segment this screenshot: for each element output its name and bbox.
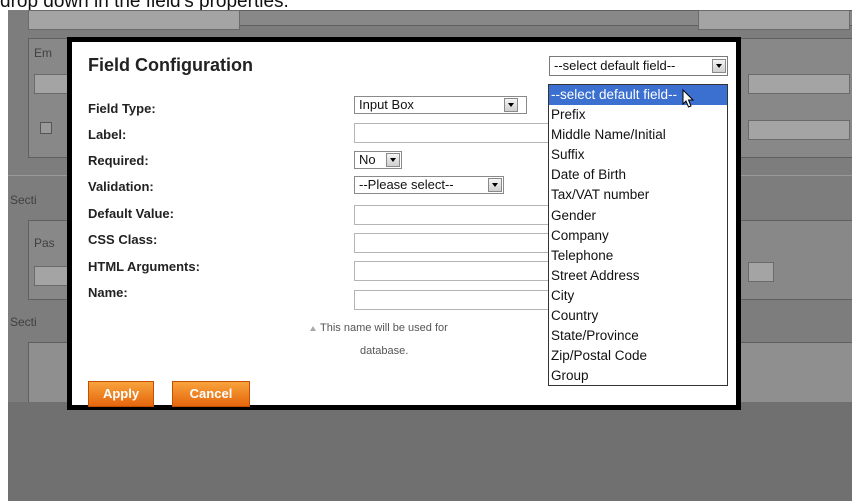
dropdown-option[interactable]: Prefix [549, 105, 727, 125]
label-input[interactable] [354, 123, 554, 143]
default-field-select-value: --select default field-- [554, 58, 676, 73]
dropdown-option[interactable]: Group [549, 366, 727, 385]
background-field [748, 262, 774, 282]
dropdown-option[interactable]: Zip/Postal Code [549, 346, 727, 366]
background-field [748, 120, 850, 140]
field-type-select-value: Input Box [359, 97, 414, 112]
required-select[interactable]: No [354, 151, 402, 169]
background-field [698, 10, 850, 30]
dropdown-option[interactable]: Suffix [549, 145, 727, 165]
dropdown-option[interactable]: Gender [549, 206, 727, 226]
name-note-line2: database. [360, 345, 409, 357]
field-type-label: Field Type: [88, 101, 156, 116]
validation-label: Validation: [88, 179, 154, 194]
modal-title: Field Configuration [88, 55, 253, 75]
field-configuration-modal: Field Configuration --select default fie… [67, 37, 741, 410]
background-field [28, 10, 240, 30]
dropdown-option[interactable]: Tax/VAT number [549, 185, 727, 205]
background-bottom-area [8, 402, 852, 501]
dropdown-option[interactable]: Company [549, 226, 727, 246]
chevron-down-icon[interactable] [386, 153, 400, 167]
dropdown-option[interactable]: State/Province [549, 326, 727, 346]
field-type-select[interactable]: Input Box [354, 96, 527, 114]
name-label: Name: [88, 285, 128, 300]
cancel-button[interactable]: Cancel [172, 381, 250, 407]
apply-button[interactable]: Apply [88, 381, 154, 407]
chevron-down-icon[interactable] [488, 178, 502, 192]
background-label: Secti [10, 193, 37, 207]
default-field-dropdown-list: --select default field-- Prefix Middle N… [548, 84, 728, 386]
required-label: Required: [88, 153, 149, 168]
name-input[interactable] [354, 290, 554, 310]
dropdown-option[interactable]: Telephone [549, 246, 727, 266]
default-value-input[interactable] [354, 205, 554, 225]
html-arguments-label: HTML Arguments: [88, 259, 200, 274]
background-field [748, 74, 850, 94]
css-class-label: CSS Class: [88, 232, 158, 247]
name-note-line1: This name will be used for [320, 322, 448, 334]
dropdown-option[interactable]: Date of Birth [549, 165, 727, 185]
chevron-down-icon[interactable] [504, 98, 518, 112]
background-checkbox [40, 122, 52, 134]
required-select-value: No [359, 152, 376, 167]
dropdown-option[interactable]: --select default field-- [549, 85, 727, 106]
dropdown-option[interactable]: Street Address [549, 266, 727, 286]
label-label: Label: [88, 127, 127, 142]
default-field-select[interactable]: --select default field-- [549, 56, 728, 76]
default-value-label: Default Value: [88, 206, 174, 221]
validation-select-value: --Please select-- [359, 177, 454, 192]
triangle-up-icon [310, 326, 316, 331]
mouse-cursor-icon [682, 88, 695, 108]
chevron-down-icon[interactable] [712, 59, 726, 73]
html-arguments-input[interactable] [354, 261, 554, 281]
background-label: Pas [34, 236, 55, 250]
background-label: Secti [10, 315, 37, 329]
dropdown-option[interactable]: City [549, 286, 727, 306]
dropdown-option[interactable]: Country [549, 306, 727, 326]
dropdown-option[interactable]: Middle Name/Initial [549, 125, 727, 145]
css-class-input[interactable] [354, 233, 554, 253]
validation-select[interactable]: --Please select-- [354, 176, 504, 194]
background-label: Em [34, 46, 52, 60]
